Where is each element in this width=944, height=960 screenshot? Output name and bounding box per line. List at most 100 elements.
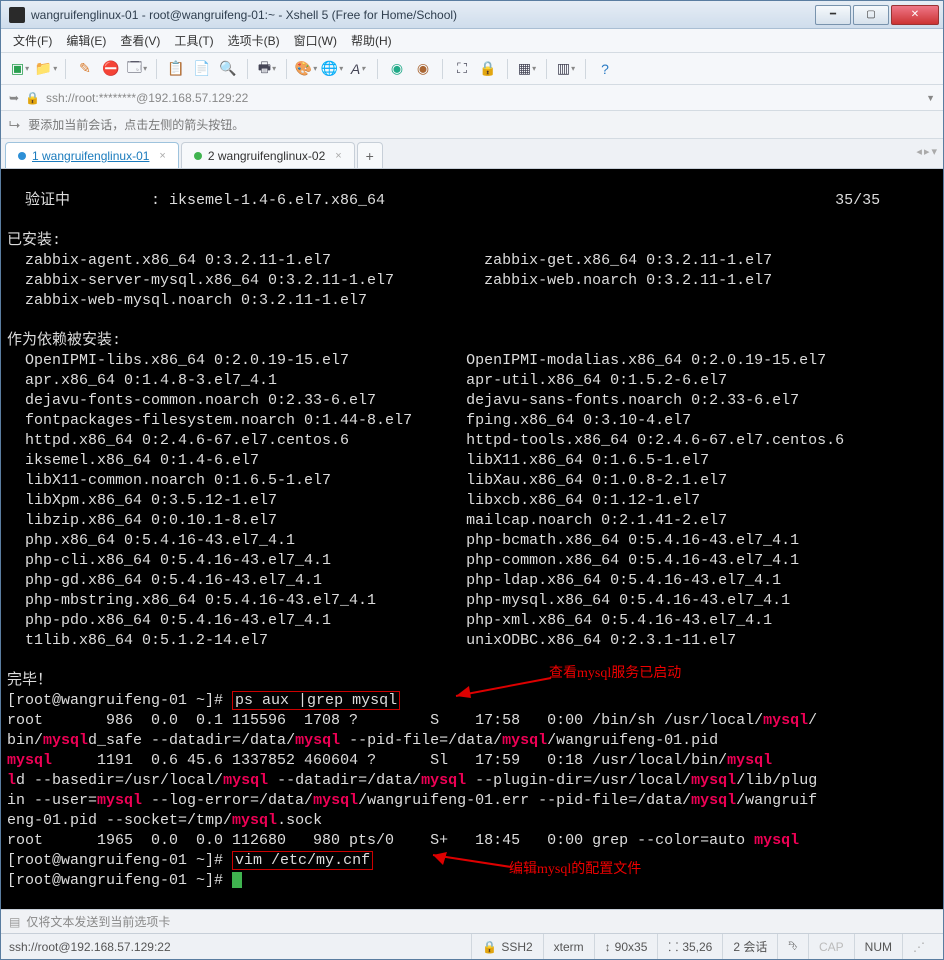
close-tab-icon[interactable]: × (159, 150, 165, 162)
maximize-button[interactable]: ▢ (853, 5, 889, 25)
app-window: wangruifenglinux-01 - root@wangruifeng-0… (0, 0, 944, 960)
highlighted-command: vim /etc/my.cnf (232, 851, 373, 870)
match: mysql (43, 732, 88, 749)
term-line: zabbix-server-mysql.x86_64 0:3.2.11-1.el… (7, 272, 772, 289)
status-tray-icon[interactable]: ⮷ (777, 934, 808, 959)
match: mysql (313, 792, 358, 809)
window-controls: ━ ▢ ✕ (813, 5, 939, 25)
status-proto: 🔒 SSH2 (471, 934, 542, 959)
font-button[interactable]: A (347, 58, 369, 80)
find-button[interactable]: 🔍 (217, 58, 239, 80)
term-text: in --user= (7, 792, 97, 809)
term-text: d_safe --datadir=/data/ (88, 732, 295, 749)
term-text: /lib/plug (736, 772, 817, 789)
menu-help[interactable]: 帮助(H) (351, 32, 392, 49)
print-button[interactable]: 🖶 (256, 58, 278, 80)
tab-session-1[interactable]: 1 wangruifenglinux-01 × (5, 142, 179, 168)
xftp-button[interactable]: ◉ (386, 58, 408, 80)
match: mysql (421, 772, 466, 789)
menu-window[interactable]: 窗口(W) (294, 32, 337, 49)
address-bar: ➥ 🔒 ▼ (1, 85, 943, 111)
statusbar: ssh://root@192.168.57.129:22 🔒 SSH2 xter… (1, 933, 943, 959)
encoding-button[interactable]: 🌐 (321, 58, 343, 80)
menu-tools[interactable]: 工具(T) (174, 32, 213, 49)
transparency-button[interactable]: ▦ (516, 58, 538, 80)
layout-button[interactable]: ▥ (555, 58, 577, 80)
compose-icon[interactable]: ▤ (9, 915, 20, 929)
term-text: /wangruif (736, 792, 817, 809)
separator (442, 59, 443, 79)
term-line: OpenIPMI-libs.x86_64 0:2.0.19-15.el7 Ope… (7, 352, 826, 369)
status-size: ↕ 90x35 (594, 934, 658, 959)
match: mysql (763, 712, 808, 729)
tab-next-icon[interactable]: ▸ (924, 145, 930, 158)
new-tab-button[interactable]: + (357, 142, 383, 168)
status-connection: ssh://root@192.168.57.129:22 (9, 940, 171, 954)
fullscreen-button[interactable]: ⛶ (451, 58, 473, 80)
term-line: php-pdo.x86_64 0:5.4.16-43.el7_4.1 php-x… (7, 612, 772, 629)
match: mysql (295, 732, 340, 749)
lock-button[interactable]: 🔒 (477, 58, 499, 80)
highlighted-command: ps aux |grep mysql (232, 691, 400, 710)
tab-list-icon[interactable]: ▾ (931, 145, 937, 158)
hint-icon[interactable]: ⮡ (9, 116, 20, 133)
separator (286, 59, 287, 79)
term-line: zabbix-agent.x86_64 0:3.2.11-1.el7 zabbi… (7, 252, 772, 269)
prompt: [root@wangruifeng-01 ~]# (7, 692, 232, 709)
hint-bar: ⮡ 要添加当前会话，点击左侧的箭头按钮。 (1, 111, 943, 139)
menu-view[interactable]: 查看(V) (120, 32, 160, 49)
tab-prev-icon[interactable]: ◂ (916, 145, 922, 158)
separator (546, 59, 547, 79)
open-button[interactable]: 📁 (35, 58, 57, 80)
terminal[interactable]: 验证中 : iksemel-1.4-6.el7.x86_64 35/35 已安装… (1, 169, 943, 909)
term-text: bin/ (7, 732, 43, 749)
match: mysql (223, 772, 268, 789)
cursor (232, 872, 242, 888)
annotation-label: 编辑mysql的配置文件 (509, 860, 641, 880)
status-num: NUM (854, 934, 902, 959)
copy-button[interactable]: 📋 (165, 58, 187, 80)
match: mysql (97, 792, 142, 809)
separator (507, 59, 508, 79)
session-tabbar: 1 wangruifenglinux-01 × 2 wangruifenglin… (1, 139, 943, 169)
disconnect-button[interactable]: ⛔ (100, 58, 122, 80)
term-line: t1lib.x86_64 0:5.1.2-14.el7 unixODBC.x86… (7, 632, 736, 649)
term-line: 已安装: (7, 232, 61, 249)
prompt: [root@wangruifeng-01 ~]# (7, 852, 232, 869)
menu-file[interactable]: 文件(F) (13, 32, 52, 49)
address-input[interactable] (46, 91, 920, 105)
match: mysql (7, 752, 52, 769)
paste-button[interactable]: 📄 (191, 58, 213, 80)
address-dropdown-icon[interactable]: ▼ (926, 93, 935, 103)
xagent-button[interactable]: ◉ (412, 58, 434, 80)
term-text: / (808, 712, 817, 729)
resize-grip-icon[interactable]: ⋰ (902, 934, 935, 959)
reconnect-button[interactable]: ✎ (74, 58, 96, 80)
tab-session-2[interactable]: 2 wangruifenglinux-02 × (181, 142, 355, 168)
color-scheme-button[interactable]: 🎨 (295, 58, 317, 80)
separator (65, 59, 66, 79)
status-cap: CAP (808, 934, 854, 959)
titlebar[interactable]: wangruifenglinux-01 - root@wangruifeng-0… (1, 1, 943, 29)
status-sessions: 2 会话 (722, 934, 777, 959)
term-text: --datadir=/data/ (268, 772, 421, 789)
separator (585, 59, 586, 79)
status-dot-icon (194, 152, 202, 160)
new-session-button[interactable]: ▣ (9, 58, 31, 80)
term-text: /wangruifeng-01.err --pid-file=/data/ (358, 792, 691, 809)
term-text: --pid-file=/data/ (340, 732, 502, 749)
close-button[interactable]: ✕ (891, 5, 939, 25)
close-tab-icon[interactable]: × (335, 150, 341, 162)
help-button[interactable]: ? (594, 58, 616, 80)
hint-text: 要添加当前会话，点击左侧的箭头按钮。 (28, 116, 244, 133)
properties-button[interactable]: 🗔 (126, 58, 148, 80)
term-text: 1191 0.6 45.6 1337852 460604 ? Sl 17:59 … (52, 752, 727, 769)
minimize-button[interactable]: ━ (815, 5, 851, 25)
toolbar: ▣ 📁 ✎ ⛔ 🗔 📋 📄 🔍 🖶 🎨 🌐 A ◉ ◉ ⛶ 🔒 ▦ ▥ ? (1, 53, 943, 85)
menu-edit[interactable]: 编辑(E) (66, 32, 106, 49)
menu-tab[interactable]: 选项卡(B) (228, 32, 280, 49)
term-line: php.x86_64 0:5.4.16-43.el7_4.1 php-bcmat… (7, 532, 799, 549)
status-termtype: xterm (543, 934, 594, 959)
separator (247, 59, 248, 79)
add-session-icon[interactable]: ➥ (9, 91, 19, 105)
